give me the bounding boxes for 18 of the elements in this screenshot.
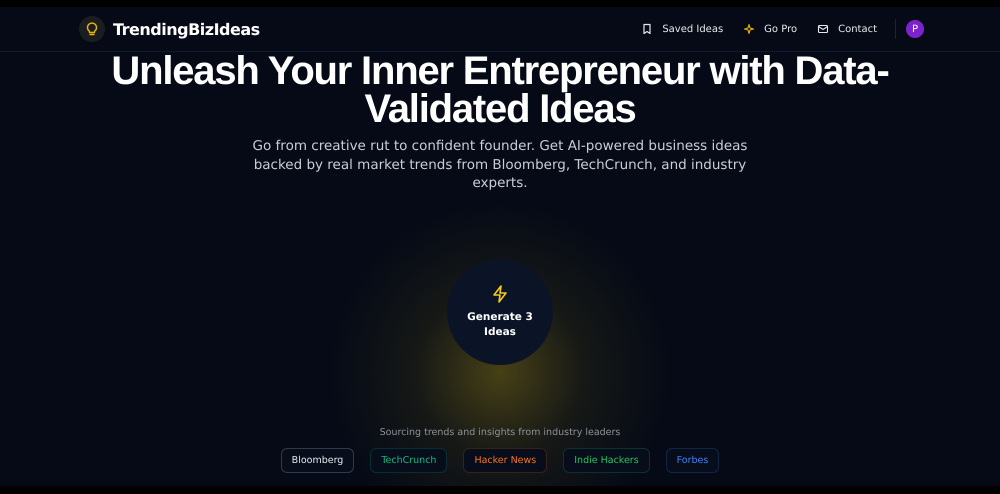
source-tag: TechCrunch	[370, 448, 448, 472]
user-avatar[interactable]: P	[906, 20, 924, 38]
nav-link[interactable]: Go Pro	[733, 19, 808, 39]
sparkle-icon	[743, 23, 756, 35]
hero-subtitle: Go from creative rut to confident founder. Get AI-powered business ideas backed by real market trends from Bloomberg, TechCrunch, and industry experts.	[252, 137, 748, 192]
generate-button[interactable]: Generate 3 Ideas	[447, 258, 553, 364]
source-tag: Indie Hackers	[563, 448, 650, 472]
source-tag: Forbes	[666, 448, 720, 472]
brand-name[interactable]: TrendingBizIdeas	[113, 20, 260, 38]
source-tag: Bloomberg	[280, 448, 354, 472]
hero-title: Unleash Your Inner Entrepreneur with Data-Validated Ideas	[110, 52, 890, 128]
nav-link[interactable]: Saved Ideas	[631, 19, 734, 39]
bookmark-icon	[641, 23, 654, 35]
lightbulb-icon	[79, 16, 105, 42]
nav-link[interactable]: Contact	[807, 19, 887, 39]
sources-caption: Sourcing trends and insights from industry leaders	[380, 426, 620, 438]
mail-icon	[817, 23, 830, 35]
source-tag: Hacker News	[463, 448, 548, 472]
